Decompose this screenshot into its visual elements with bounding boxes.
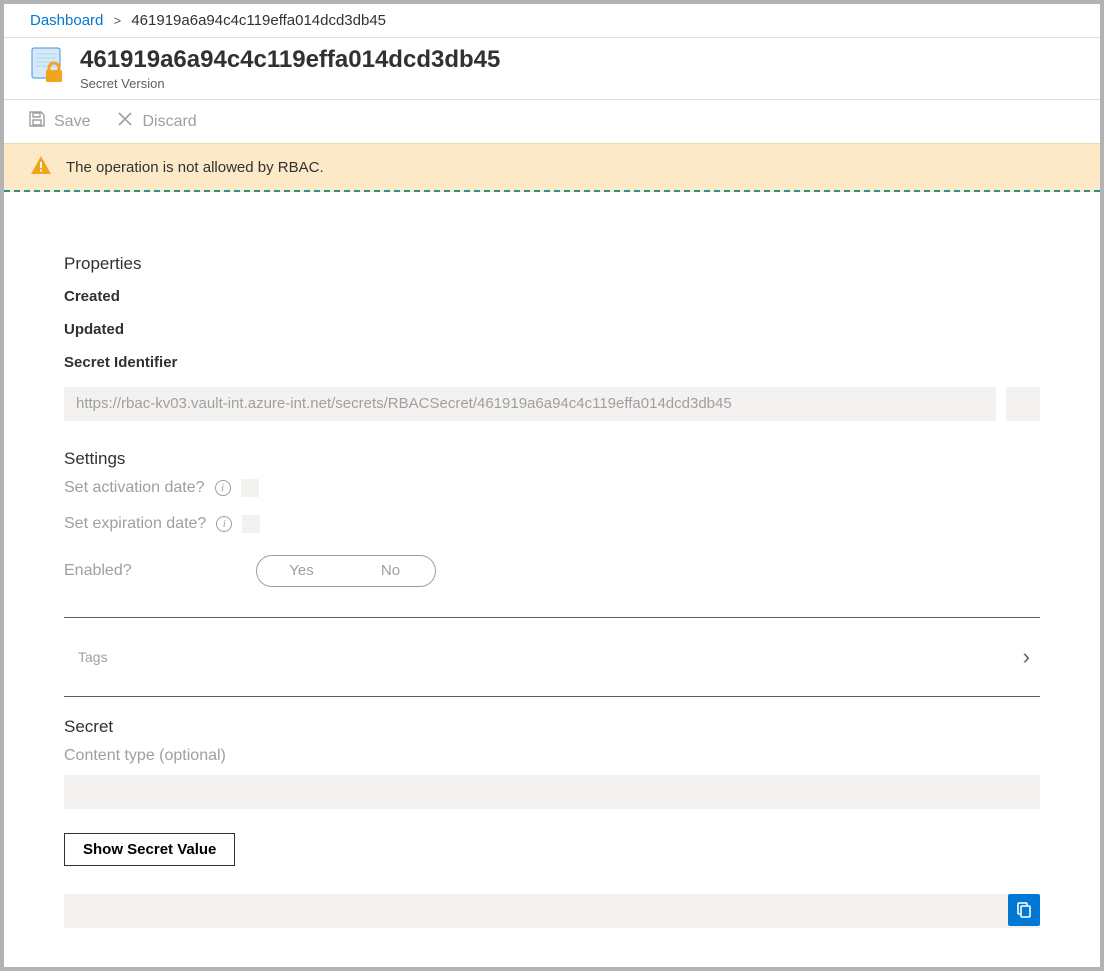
divider	[64, 696, 1040, 697]
updated-label: Updated	[64, 321, 1040, 338]
page-subtitle: Secret Version	[80, 76, 500, 91]
properties-heading: Properties	[64, 254, 1040, 274]
enabled-label: Enabled?	[64, 562, 256, 580]
info-icon[interactable]: i	[215, 480, 231, 496]
secret-heading: Secret	[64, 717, 1040, 737]
copy-icon	[1015, 901, 1033, 919]
save-label: Save	[54, 113, 90, 131]
breadcrumb-separator-icon: >	[114, 13, 122, 28]
warning-icon	[30, 154, 52, 180]
keyvault-secret-icon	[28, 46, 68, 86]
show-secret-value-button[interactable]: Show Secret Value	[64, 833, 235, 866]
set-activation-date-checkbox[interactable]	[241, 479, 259, 497]
discard-label: Discard	[142, 113, 196, 131]
breadcrumb: Dashboard > 461919a6a94c4c119effa014dcd3…	[4, 4, 1100, 38]
secret-identifier-label: Secret Identifier	[64, 354, 1040, 371]
secret-identifier-field: https://rbac-kv03.vault-int.azure-int.ne…	[64, 387, 996, 421]
tags-label: Tags	[78, 649, 108, 665]
settings-heading: Settings	[64, 449, 1040, 469]
chevron-right-icon: ›	[1023, 644, 1030, 670]
enabled-no-option[interactable]: No	[346, 556, 435, 586]
content-type-label: Content type (optional)	[64, 747, 1040, 765]
copy-secret-button[interactable]	[1008, 894, 1040, 926]
tags-row[interactable]: Tags ›	[64, 618, 1040, 696]
close-icon	[116, 110, 134, 133]
page-title: 461919a6a94c4c119effa014dcd3db45	[80, 46, 500, 74]
warning-banner: The operation is not allowed by RBAC.	[4, 143, 1100, 192]
breadcrumb-dashboard-link[interactable]: Dashboard	[30, 12, 103, 29]
warning-message: The operation is not allowed by RBAC.	[66, 159, 324, 176]
save-icon	[28, 110, 46, 133]
page-header: 461919a6a94c4c119effa014dcd3db45 Secret …	[4, 38, 1100, 100]
info-icon[interactable]: i	[216, 516, 232, 532]
created-label: Created	[64, 288, 1040, 305]
toolbar: Save Discard	[4, 100, 1100, 143]
save-button[interactable]: Save	[24, 106, 94, 137]
enabled-yes-option[interactable]: Yes	[257, 556, 346, 586]
discard-button[interactable]: Discard	[112, 106, 200, 137]
copy-identifier-button[interactable]	[1006, 387, 1040, 421]
set-activation-date-label: Set activation date?	[64, 479, 205, 497]
set-expiration-date-label: Set expiration date?	[64, 515, 206, 533]
breadcrumb-current: 461919a6a94c4c119effa014dcd3db45	[131, 12, 386, 29]
enabled-toggle[interactable]: Yes No	[256, 555, 436, 587]
content-type-field[interactable]	[64, 775, 1040, 809]
secret-value-field	[64, 894, 1040, 928]
set-expiration-date-checkbox[interactable]	[242, 515, 260, 533]
